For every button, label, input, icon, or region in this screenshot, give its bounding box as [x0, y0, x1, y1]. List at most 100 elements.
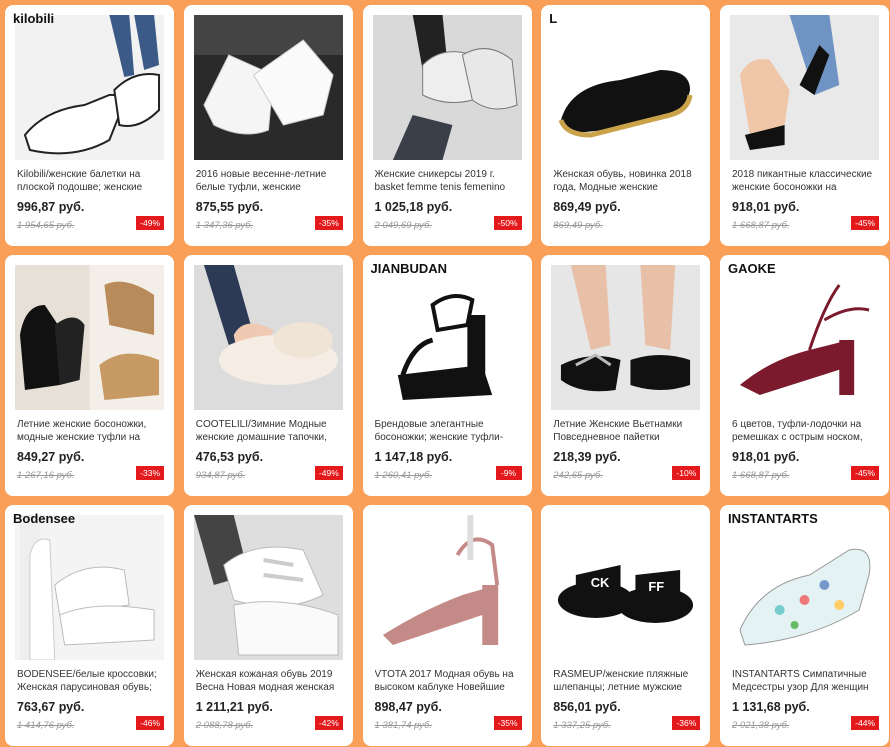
- product-title[interactable]: Брендовые элегантные босоножки; женские …: [375, 418, 525, 444]
- product-title[interactable]: INSTANTARTS Симпатичные Медсестры узор Д…: [732, 668, 882, 694]
- product-image[interactable]: [15, 515, 164, 660]
- product-photo: [193, 265, 343, 410]
- product-title[interactable]: VTOTA 2017 Модная обувь на высоком каблу…: [375, 668, 525, 694]
- old-price: 1 668,87 руб.: [732, 470, 790, 481]
- product-title[interactable]: 2018 пикантные классические женские босо…: [732, 168, 882, 194]
- discount-badge: -49%: [136, 216, 164, 230]
- brand-label: JIANBUDAN: [370, 261, 448, 276]
- product-price: 898,47 руб.: [374, 700, 442, 714]
- product-title[interactable]: 2016 новые весенне-летние белые туфли, ж…: [196, 168, 346, 194]
- old-price: 1 347,36 руб.: [195, 220, 254, 231]
- product-photo: [15, 15, 164, 160]
- product-price: 218,39 руб.: [553, 450, 621, 464]
- product-photo: [372, 515, 522, 660]
- product-price: 849,27 руб.: [17, 450, 85, 464]
- product-image[interactable]: [193, 265, 343, 410]
- product-title[interactable]: Женская кожаная обувь 2019 Весна Новая м…: [196, 668, 346, 694]
- product-image[interactable]: [15, 15, 164, 160]
- product-price: 763,67 руб.: [17, 700, 85, 714]
- product-photo: CK FF: [551, 515, 701, 660]
- discount-badge: -45%: [851, 466, 879, 480]
- product-photo: [15, 515, 164, 660]
- product-card[interactable]: COOTELILI/Зимние Модные женские домашние…: [183, 255, 353, 496]
- product-card[interactable]: Женские сникерсы 2019 г. basket femme te…: [362, 5, 532, 246]
- old-price: 934,87 руб.: [195, 470, 246, 481]
- product-image[interactable]: [730, 15, 879, 160]
- product-title[interactable]: Летние Женские Вьетнамки Повседневное па…: [553, 418, 703, 444]
- product-card[interactable]: Женская кожаная обувь 2019 Весна Новая м…: [183, 505, 353, 746]
- product-price: 875,55 руб.: [195, 200, 264, 214]
- product-photo: [730, 515, 879, 660]
- old-price: 869,49 руб.: [553, 220, 603, 231]
- old-price: 1 414,76 руб.: [17, 720, 75, 731]
- product-card[interactable]: Bodensee BODENSEE/белые кроссовки; Женск…: [5, 505, 174, 746]
- discount-badge: -35%: [493, 716, 522, 730]
- product-title[interactable]: RASMEUP/женские пляжные шлепанцы; летние…: [553, 668, 703, 694]
- svg-text:CK: CK: [591, 575, 610, 590]
- discount-badge: -36%: [672, 716, 701, 730]
- product-card[interactable]: 2016 новые весенне-летние белые туфли, ж…: [183, 5, 353, 246]
- old-price: 2 049,69 руб.: [374, 220, 433, 231]
- product-title[interactable]: COOTELILI/Зимние Модные женские домашние…: [196, 418, 346, 444]
- product-title[interactable]: Летние женские босоножки, модные женские…: [17, 418, 167, 444]
- product-photo: [372, 265, 522, 410]
- product-card[interactable]: 2018 пикантные классические женские босо…: [720, 5, 889, 246]
- product-card[interactable]: CK FF RASMEUP/женские пляжные шлепанцы; л…: [541, 505, 711, 746]
- product-photo: [193, 515, 343, 660]
- product-photo: [372, 15, 522, 160]
- product-price: 996,87 руб.: [17, 200, 85, 214]
- discount-badge: -49%: [314, 466, 343, 480]
- product-image[interactable]: [372, 515, 522, 660]
- product-card[interactable]: JIANBUDAN Брендовые элегантные босоножки…: [362, 255, 532, 496]
- product-image[interactable]: CK FF: [551, 515, 701, 660]
- product-image[interactable]: [372, 15, 522, 160]
- product-image[interactable]: [730, 515, 879, 660]
- product-grid: kilobili Kilobili/женские балетки на пло…: [5, 5, 889, 746]
- product-price: 476,53 руб.: [195, 450, 264, 464]
- product-title[interactable]: 6 цветов, туфли-лодочки на ремешках с ос…: [732, 418, 882, 444]
- product-title[interactable]: Женские сникерсы 2019 г. basket femme te…: [375, 168, 525, 194]
- discount-badge: -9%: [495, 466, 522, 480]
- brand-label: Bodensee: [13, 511, 76, 526]
- product-image[interactable]: [551, 265, 701, 410]
- product-image[interactable]: [193, 15, 343, 160]
- product-title[interactable]: BODENSEE/белые кроссовки; Женская паруси…: [17, 668, 167, 694]
- brand-label: L: [549, 11, 558, 26]
- brand-label: GAOKE: [728, 261, 776, 276]
- product-image[interactable]: [730, 265, 879, 410]
- product-title[interactable]: Женская обувь, новинка 2018 года, Модные…: [553, 168, 703, 194]
- product-image[interactable]: [15, 265, 164, 410]
- old-price: 1 381,74 руб.: [374, 720, 433, 731]
- product-card[interactable]: L Женская обувь, новинка 2018 года, Модн…: [541, 5, 711, 246]
- product-card[interactable]: VTOTA 2017 Модная обувь на высоком каблу…: [362, 505, 532, 746]
- product-image[interactable]: [372, 265, 522, 410]
- discount-badge: -45%: [851, 216, 879, 230]
- product-image[interactable]: [551, 15, 701, 160]
- discount-badge: -10%: [672, 466, 701, 480]
- product-image[interactable]: [193, 515, 343, 660]
- product-price: 1 131,68 руб.: [732, 700, 810, 714]
- discount-badge: -33%: [136, 466, 164, 480]
- brand-label: kilobili: [13, 11, 55, 26]
- old-price: 2 088,78 руб.: [195, 720, 254, 731]
- brand-label: INSTANTARTS: [728, 511, 818, 526]
- product-card[interactable]: Летние женские босоножки, модные женские…: [5, 255, 174, 496]
- old-price: 242,65 руб.: [553, 470, 603, 481]
- product-price: 918,01 руб.: [732, 200, 800, 214]
- discount-badge: -50%: [493, 216, 522, 230]
- old-price: 2 021,38 руб.: [732, 720, 790, 731]
- product-title[interactable]: Kilobili/женские балетки на плоской подо…: [17, 168, 167, 194]
- discount-badge: -35%: [314, 216, 343, 230]
- product-card[interactable]: kilobili Kilobili/женские балетки на пло…: [5, 5, 174, 246]
- product-photo: [730, 15, 879, 160]
- discount-badge: -42%: [314, 716, 343, 730]
- product-photo: [551, 15, 701, 160]
- product-price: 1 025,18 руб.: [374, 200, 453, 214]
- product-card[interactable]: INSTANTARTS INSTANTARTS Симпатичные Медс…: [720, 505, 889, 746]
- svg-text:FF: FF: [649, 579, 665, 594]
- discount-badge: -44%: [851, 716, 879, 730]
- old-price: 1 337,25 руб.: [553, 720, 611, 731]
- product-card[interactable]: GAOKE 6 цветов, туфли-лодочки на ремешка…: [720, 255, 889, 496]
- product-card[interactable]: Летние Женские Вьетнамки Повседневное па…: [541, 255, 711, 496]
- product-photo: [730, 265, 879, 410]
